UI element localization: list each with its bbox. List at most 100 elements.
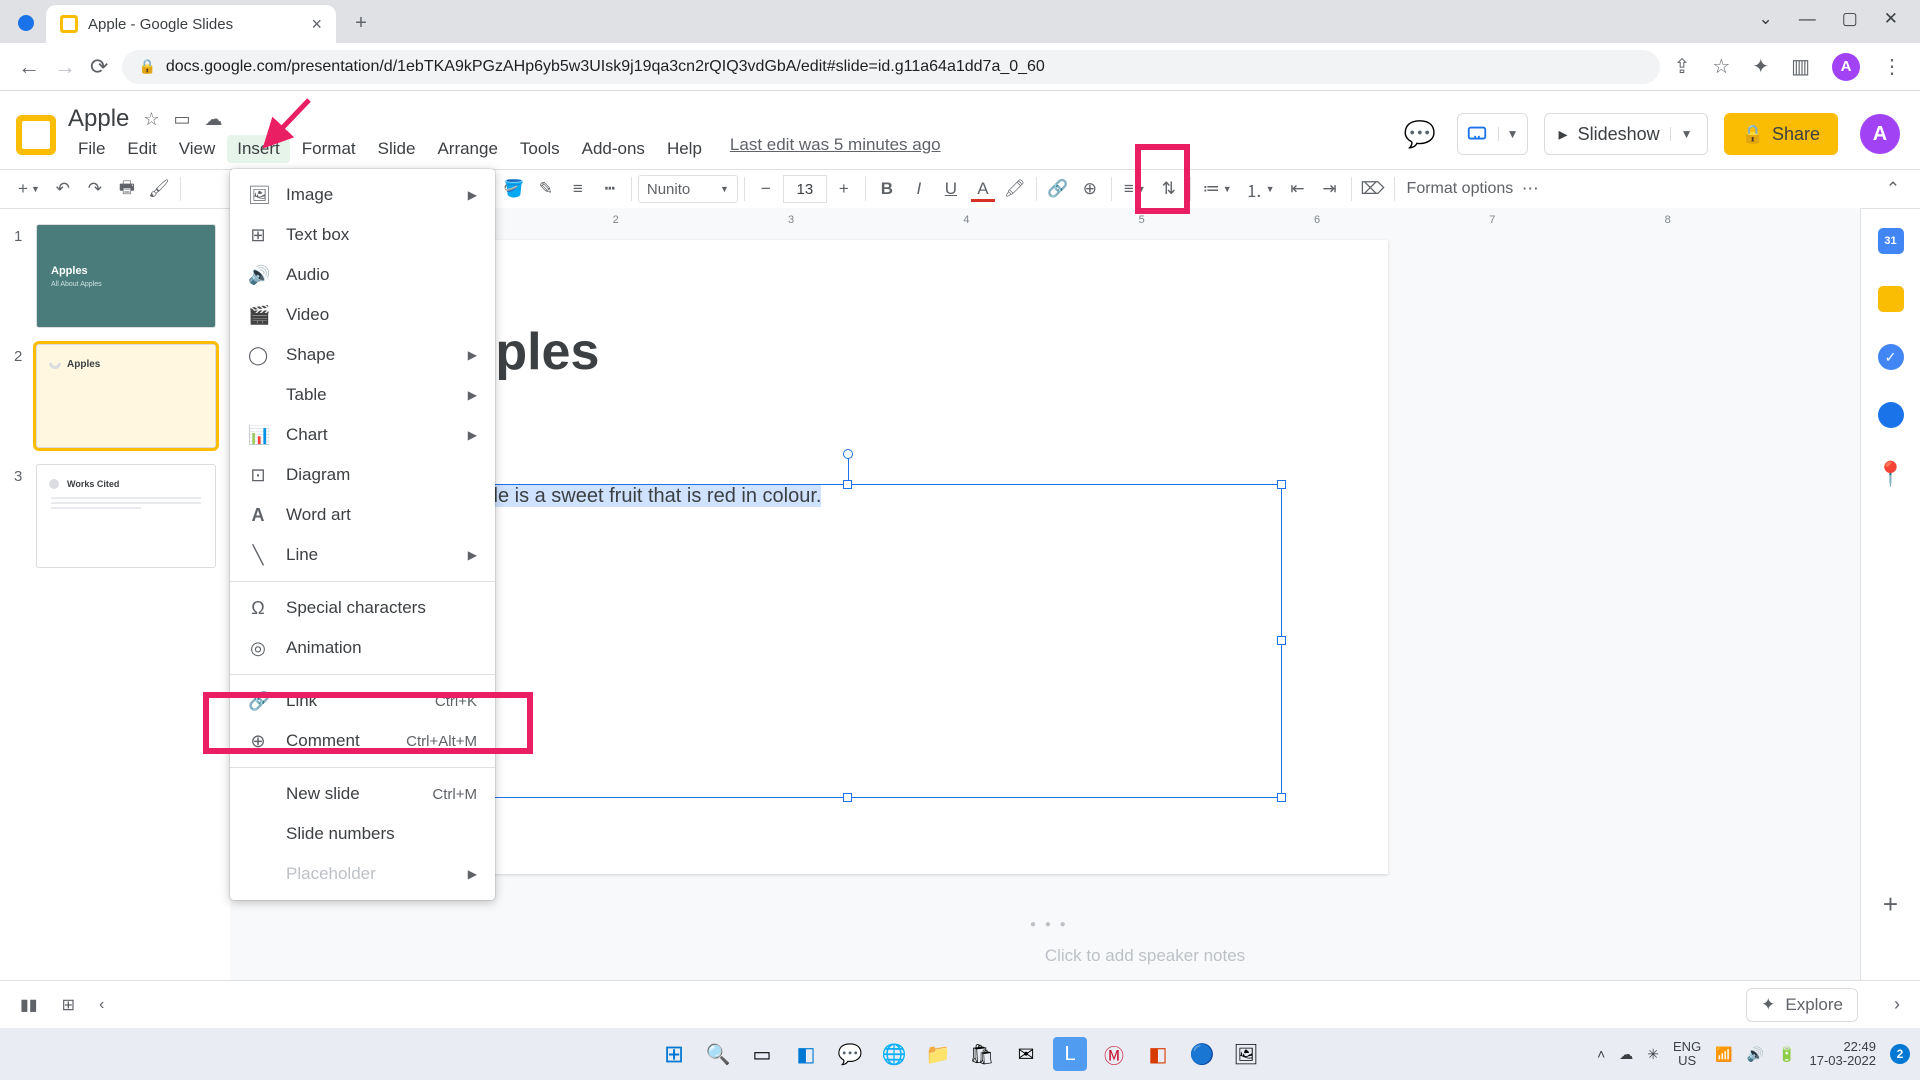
menu-insert[interactable]: Insert [227,135,290,163]
slideshow-dropdown-icon[interactable]: ▼ [1670,127,1693,141]
volume-icon[interactable]: 🔊 [1747,1046,1764,1063]
font-family-select[interactable]: Nunito▼ [638,175,738,203]
slide-thumb-2[interactable]: Apples [36,344,216,448]
increase-font-icon[interactable]: + [829,174,859,204]
forward-icon[interactable]: → [54,54,76,80]
insert-chart[interactable]: 📊Chart▶ [230,415,495,455]
battery-icon[interactable]: 🔋 [1778,1046,1795,1063]
border-color-icon[interactable]: ✎ [531,174,561,204]
border-weight-icon[interactable]: ≡ [563,174,593,204]
insert-textbox[interactable]: ⊞Text box [230,215,495,255]
close-tab-icon[interactable]: × [311,14,322,35]
present-dropdown-icon[interactable]: ▼ [1498,127,1519,141]
menu-edit[interactable]: Edit [117,135,166,163]
insert-diagram[interactable]: ⊡Diagram [230,455,495,495]
menu-slide[interactable]: Slide [368,135,426,163]
filmstrip-view-icon[interactable]: ▮▮ [20,995,38,1015]
insert-wordart[interactable]: AWord art [230,495,495,535]
document-title[interactable]: Apple [68,105,129,133]
edge-icon[interactable]: 🌐 [877,1037,911,1071]
tray-app-icon[interactable]: ✳ [1647,1046,1659,1063]
insert-image[interactable]: 🖼Image▶ [230,175,495,215]
numbered-list-icon[interactable]: ⒈▼ [1240,174,1281,204]
chrome-menu-icon[interactable]: ⋮ [1882,54,1902,79]
resize-handle[interactable] [1277,793,1286,802]
slide-filmstrip[interactable]: 1 Apples All About Apples 2 Apples 3 Wor… [0,208,230,980]
explorer-icon[interactable]: 📁 [921,1037,955,1071]
resize-handle[interactable] [1277,636,1286,645]
tasks-icon[interactable] [1878,344,1904,370]
text-color-icon[interactable]: A [968,174,998,204]
app-icon[interactable]: L [1053,1037,1087,1071]
collapse-filmstrip-icon[interactable]: ‹ [99,996,104,1014]
print-icon[interactable]: 🖶 [112,174,142,204]
explore-button[interactable]: ✦ Explore [1746,988,1858,1022]
align-icon[interactable]: ≡▼ [1118,174,1152,204]
new-tab-button[interactable]: + [346,8,376,38]
photos-icon[interactable]: 🖼 [1229,1037,1263,1071]
extensions-icon[interactable]: ✦ [1752,54,1769,79]
start-icon[interactable]: ⊞ [657,1037,691,1071]
contacts-icon[interactable] [1878,402,1904,428]
italic-icon[interactable]: I [904,174,934,204]
format-options-button[interactable]: Format options [1407,180,1514,198]
selected-textbox[interactable]: An Apple is a sweet fruit that is red in… [414,484,1282,798]
menu-file[interactable]: File [68,135,115,163]
menu-addons[interactable]: Add-ons [572,135,655,163]
slideshow-button[interactable]: ▸ Slideshow ▼ [1544,113,1708,155]
browser-tab[interactable]: Apple - Google Slides × [46,5,336,43]
taskview-icon[interactable]: ▭ [745,1037,779,1071]
keep-icon[interactable] [1878,286,1904,312]
resize-handle[interactable] [1277,480,1286,489]
language-indicator[interactable]: ENGUS [1673,1040,1701,1069]
share-page-icon[interactable]: ⇪ [1674,54,1691,79]
menu-format[interactable]: Format [292,135,366,163]
url-input[interactable]: 🔒 docs.google.com/presentation/d/1ebTKA9… [122,50,1659,84]
tray-overflow-icon[interactable]: ˄ [1597,1046,1605,1062]
bold-icon[interactable]: B [872,174,902,204]
close-window-icon[interactable]: ✕ [1884,9,1898,29]
sidepanel-icon[interactable]: ▥ [1791,54,1810,79]
insert-table[interactable]: Table▶ [230,375,495,415]
move-icon[interactable]: ▭ [174,109,191,130]
insert-new-slide[interactable]: New slideCtrl+M [230,774,495,814]
insert-special-chars[interactable]: ΩSpecial characters [230,588,495,628]
redo-icon[interactable]: ↷ [80,174,110,204]
decrease-indent-icon[interactable]: ⇤ [1283,174,1313,204]
account-avatar[interactable]: A [1860,114,1900,154]
bookmark-icon[interactable]: ☆ [1712,54,1730,79]
resize-handle[interactable] [843,793,852,802]
onedrive-icon[interactable]: ☁ [1619,1046,1633,1063]
rotate-handle[interactable] [843,449,853,459]
office-icon[interactable]: ◧ [1141,1037,1175,1071]
notes-resize-grip[interactable]: ● ● ● [1030,919,1069,930]
resize-handle[interactable] [843,480,852,489]
menu-tools[interactable]: Tools [510,135,570,163]
mcafee-icon[interactable]: Ⓜ [1097,1037,1131,1071]
clear-format-icon[interactable]: ⌦ [1358,174,1388,204]
insert-comment[interactable]: ⊕CommentCtrl+Alt+M [230,721,495,761]
share-button[interactable]: 🔒 Share [1724,113,1838,155]
insert-link[interactable]: 🔗LinkCtrl+K [230,681,495,721]
menu-arrange[interactable]: Arrange [427,135,507,163]
tab-search-icon[interactable]: ⌄ [1758,9,1772,29]
insert-comment-icon[interactable]: ⊕ [1075,174,1105,204]
minimize-icon[interactable]: — [1799,9,1816,29]
back-icon[interactable]: ← [18,54,40,80]
decrease-font-icon[interactable]: − [751,174,781,204]
new-slide-button[interactable]: + ▼ [12,174,46,204]
line-spacing-icon[interactable]: ⇅ [1154,174,1184,204]
reload-icon[interactable]: ⟳ [90,54,108,80]
maximize-icon[interactable]: ▢ [1842,9,1858,29]
chat-icon[interactable]: 💬 [833,1037,867,1071]
insert-shape[interactable]: ◯Shape▶ [230,335,495,375]
calendar-icon[interactable] [1878,228,1904,254]
slide-thumb-3[interactable]: Works Cited [36,464,216,568]
menu-view[interactable]: View [169,135,226,163]
star-icon[interactable]: ☆ [143,109,159,130]
add-addon-icon[interactable]: + [1883,889,1898,920]
insert-link-icon[interactable]: 🔗 [1043,174,1073,204]
underline-icon[interactable]: U [936,174,966,204]
maps-icon[interactable]: 📍 [1876,460,1906,489]
profile-avatar[interactable]: A [1832,53,1860,81]
